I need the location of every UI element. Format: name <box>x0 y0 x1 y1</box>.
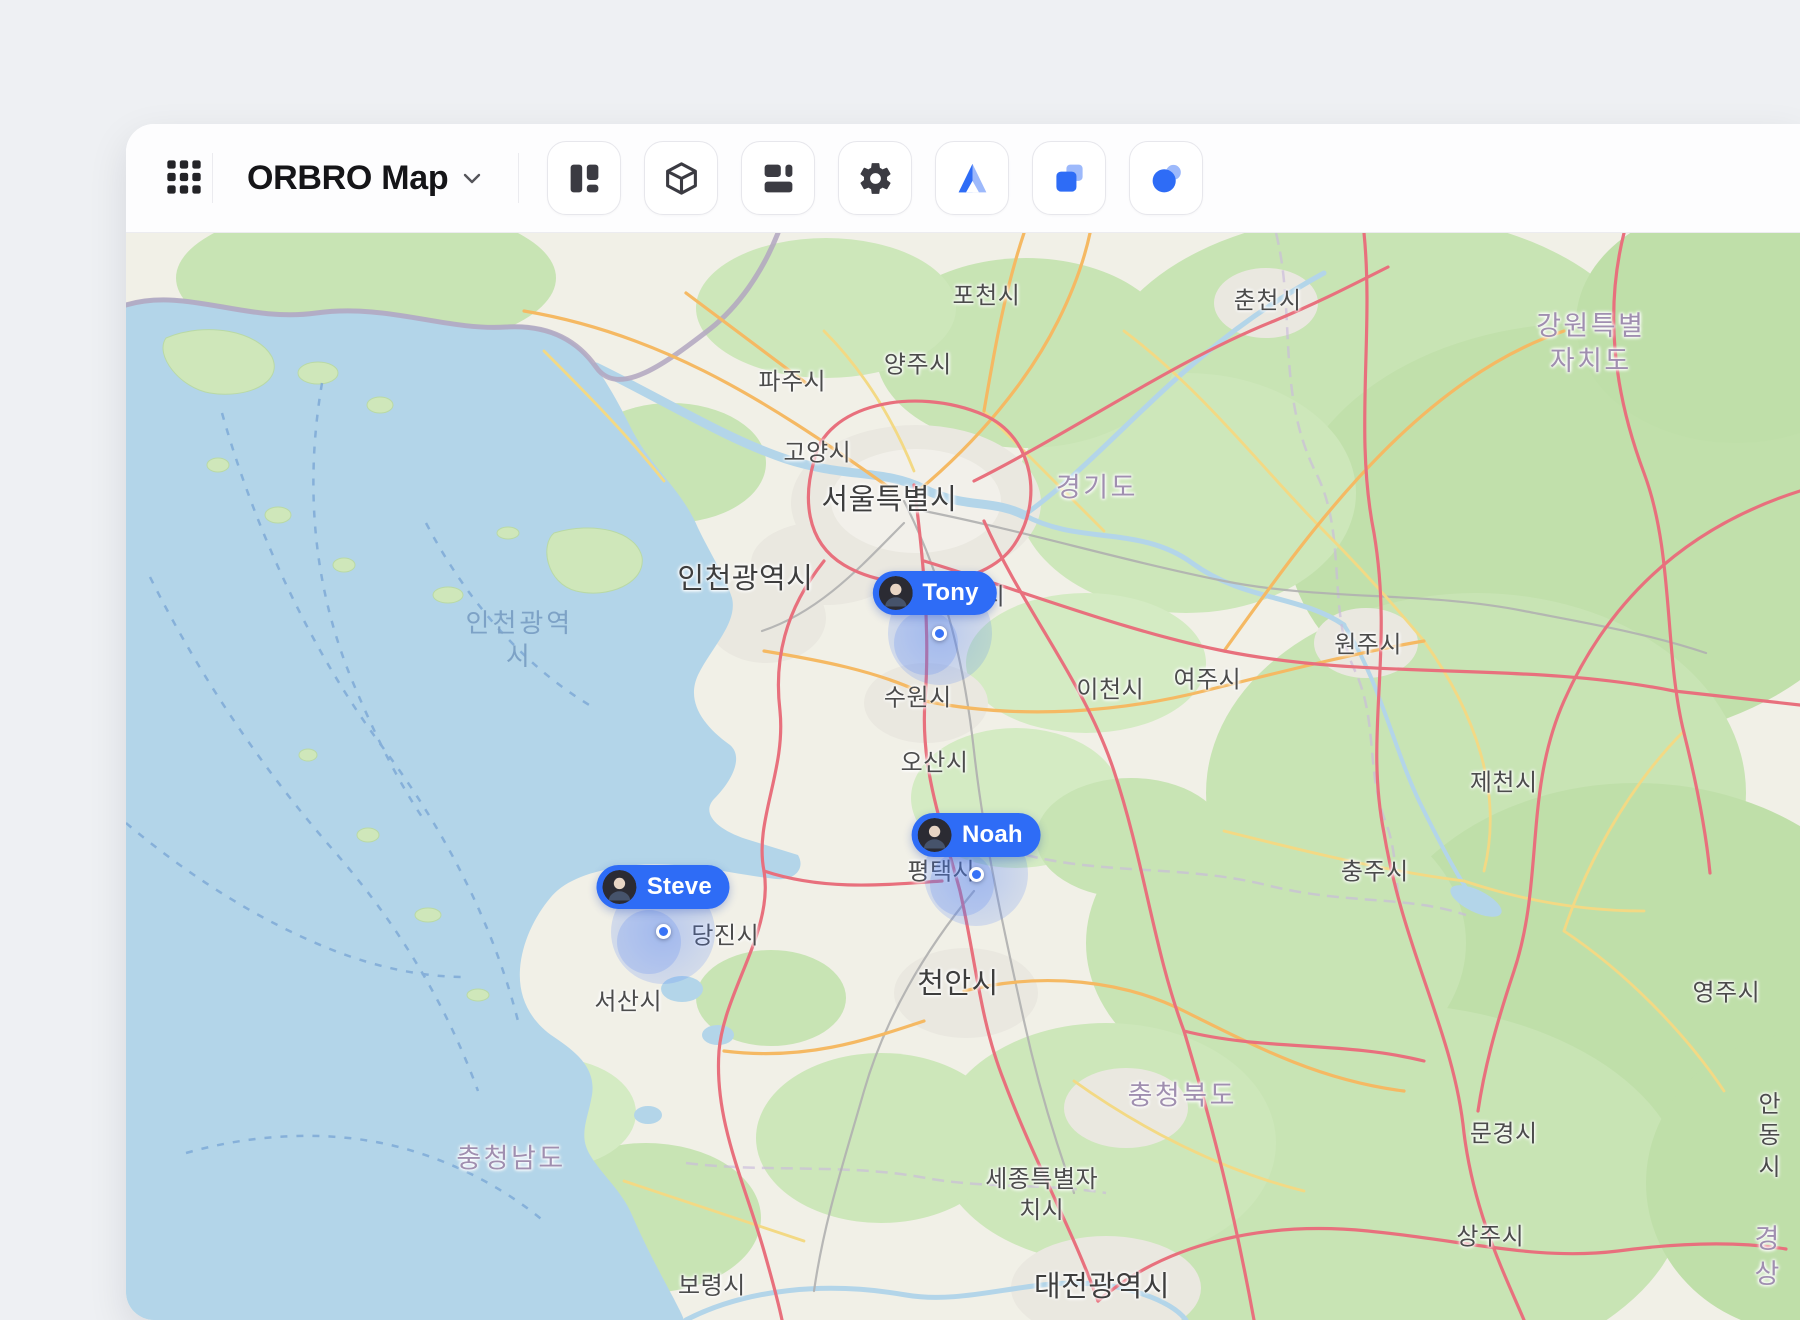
person-location-dot[interactable] <box>969 867 984 882</box>
person-name-label: Steve <box>647 873 712 901</box>
toolbar-button-group <box>547 141 1203 215</box>
person-name-label: Noah <box>962 821 1023 849</box>
overlapping-circles-icon <box>1148 160 1185 197</box>
person-avatar <box>918 818 952 852</box>
map-viewport[interactable]: 포천시춘천시강원특별 자치도양주시파주시고양시경기도서울특별시인천광역시용인시인… <box>126 233 1800 1320</box>
view-3d-button[interactable] <box>644 141 718 215</box>
cube-3d-icon <box>663 160 700 197</box>
toolbar-divider <box>518 153 519 203</box>
chevron-down-icon <box>460 166 484 190</box>
layout-kanban-button[interactable] <box>547 141 621 215</box>
person-name-label: Tony <box>922 579 978 607</box>
map-graphic <box>126 233 1800 1320</box>
app-window: ORBRO Map <box>126 124 1800 1320</box>
toolbar: ORBRO Map <box>126 124 1800 233</box>
grid-menu-icon <box>164 157 204 200</box>
triangle-a-icon <box>954 160 991 197</box>
gear-icon <box>857 160 894 197</box>
panels-layout-icon <box>760 160 797 197</box>
person-marker-tony[interactable]: Tony <box>872 571 996 615</box>
person-location-dot[interactable] <box>932 626 947 641</box>
overlapping-squares-icon <box>1051 160 1088 197</box>
map-title-dropdown[interactable]: ORBRO Map <box>247 159 484 198</box>
person-avatar <box>878 576 912 610</box>
app-title: ORBRO Map <box>247 159 448 198</box>
layout-panels-button[interactable] <box>741 141 815 215</box>
settings-button[interactable] <box>838 141 912 215</box>
person-marker-noah[interactable]: Noah <box>912 813 1041 857</box>
assets-button[interactable] <box>935 141 1009 215</box>
person-marker-steve[interactable]: Steve <box>597 865 730 909</box>
toolbar-divider <box>212 153 213 203</box>
apps-grid-button[interactable] <box>156 150 212 206</box>
zones-button[interactable] <box>1032 141 1106 215</box>
person-location-dot[interactable] <box>656 924 671 939</box>
person-avatar <box>603 870 637 904</box>
people-tracking-button[interactable] <box>1129 141 1203 215</box>
kanban-layout-icon <box>566 160 603 197</box>
